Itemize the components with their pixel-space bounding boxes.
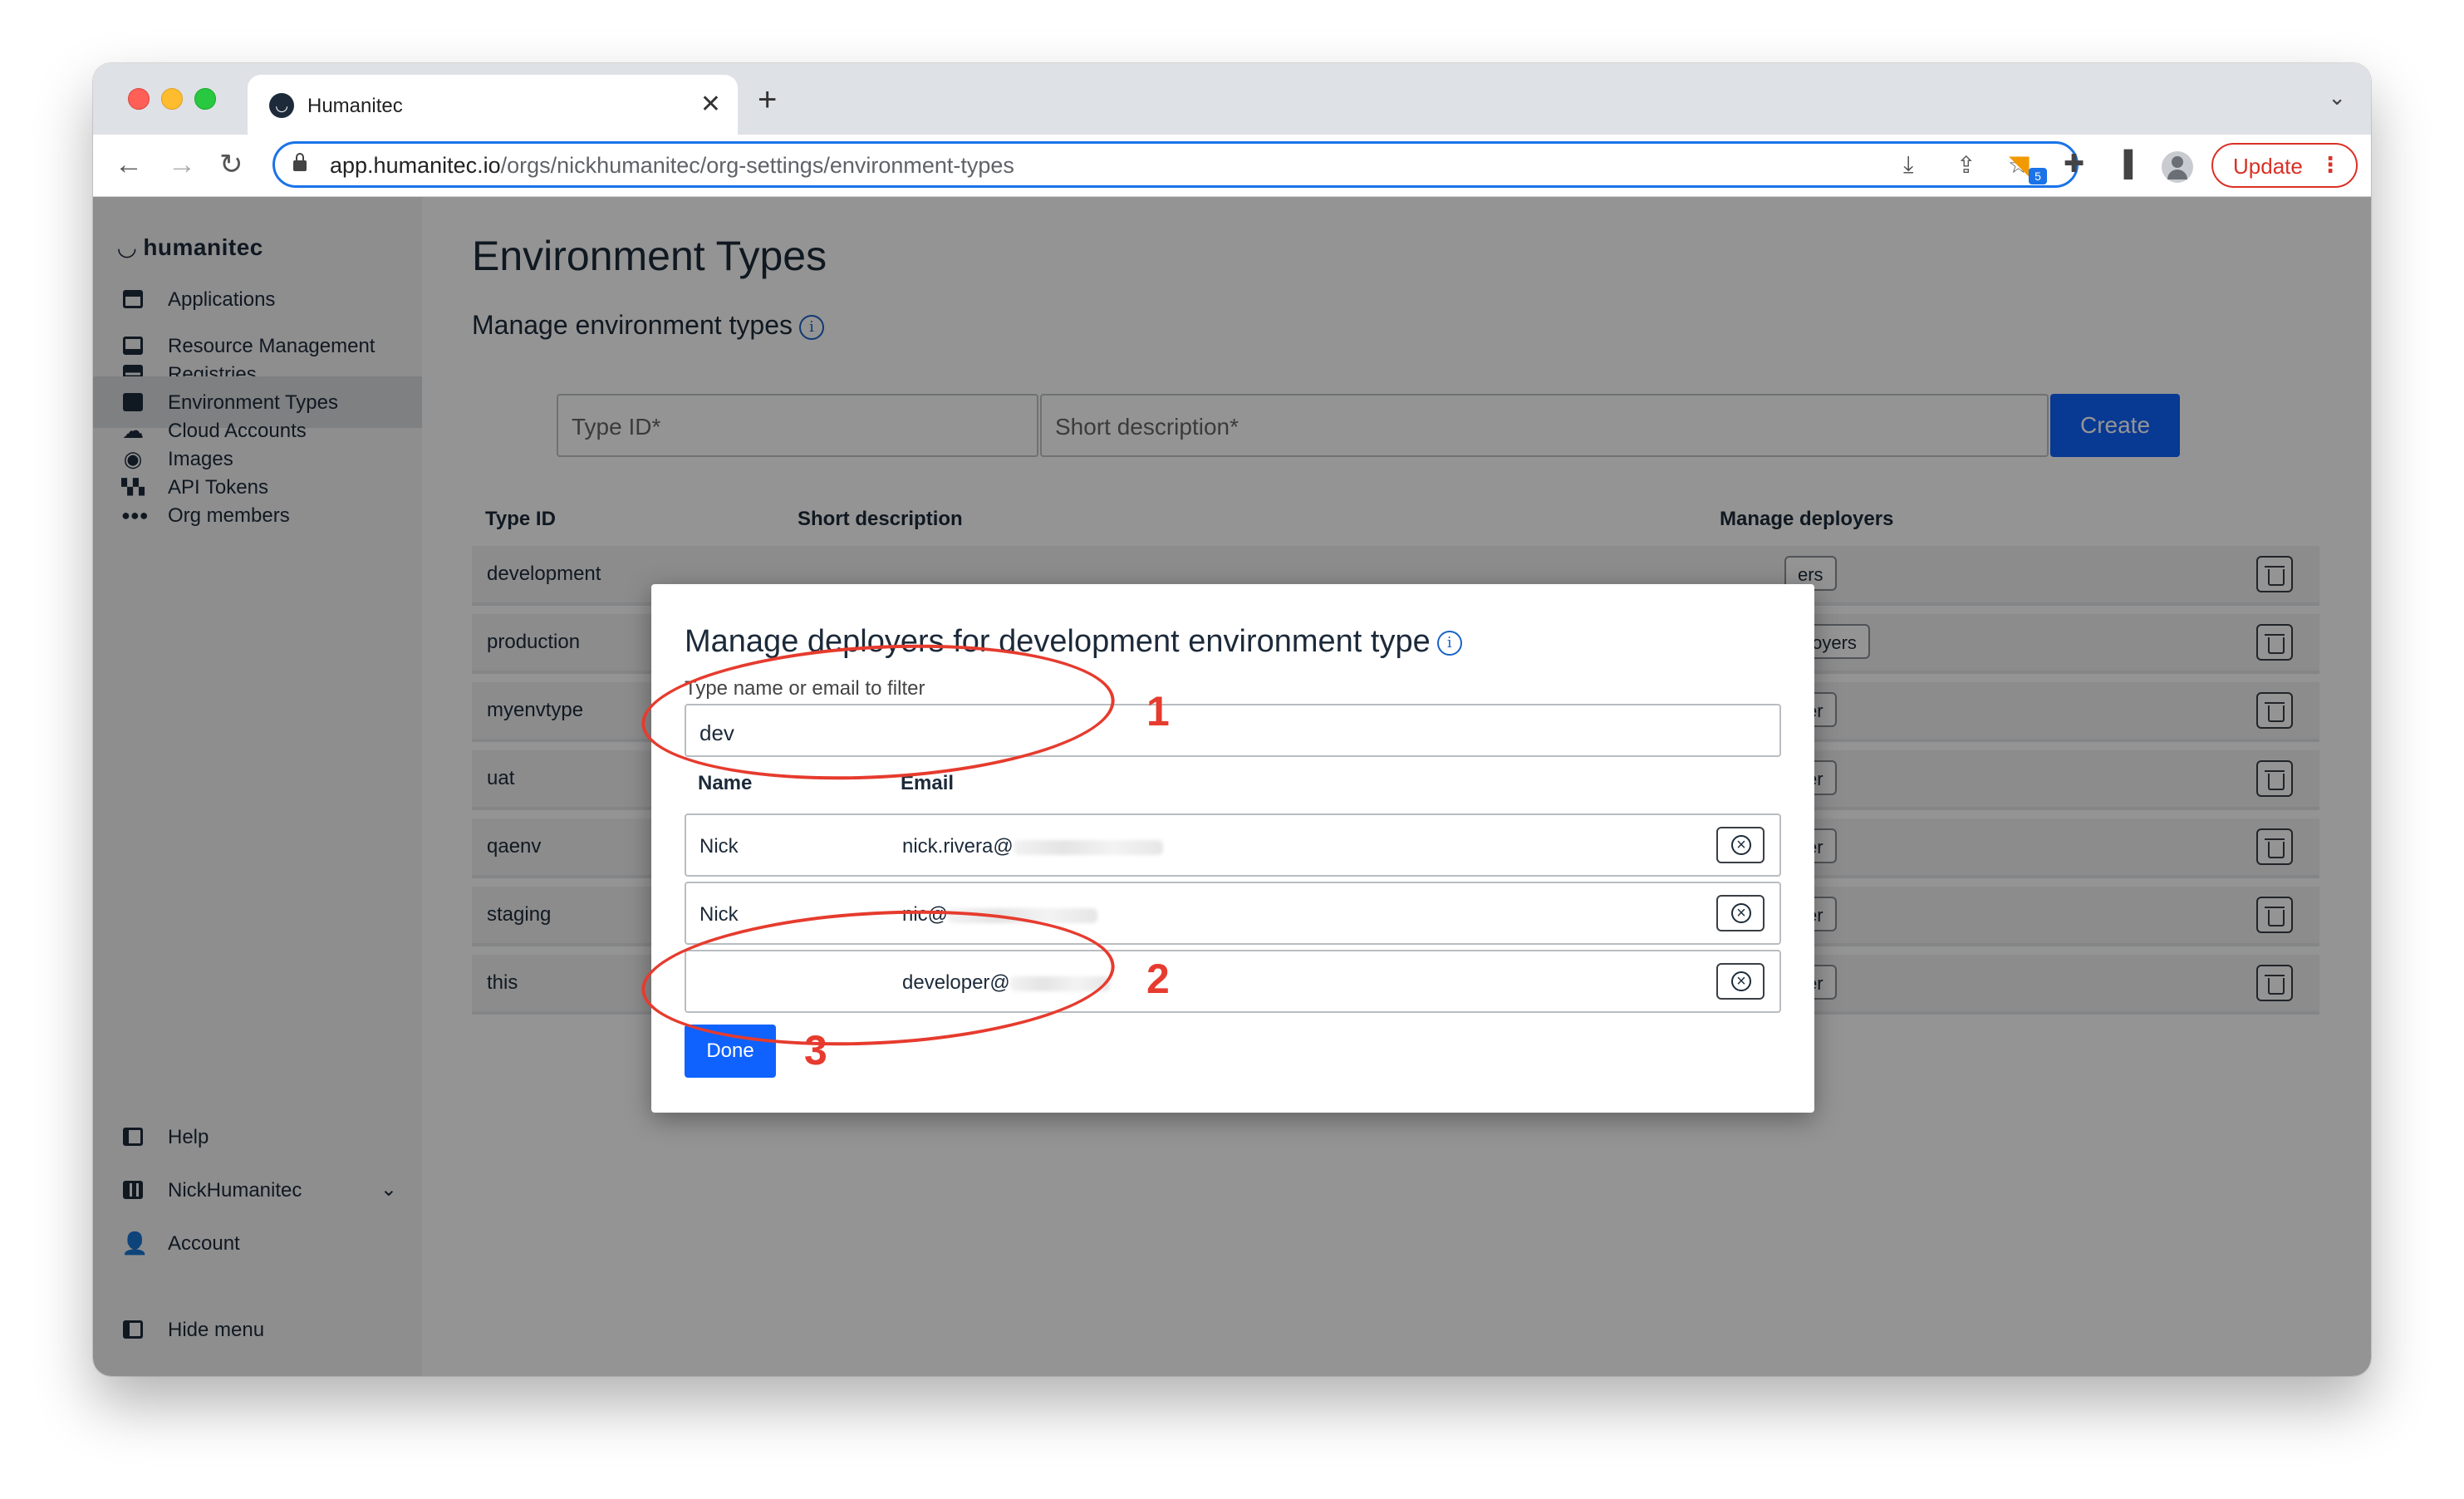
tab-title: Humanitec (307, 95, 403, 117)
annotation-number-3: 3 (804, 1027, 827, 1074)
user-email-text: nick.rivera@ (902, 835, 1014, 858)
close-circle-icon: × (1731, 903, 1751, 923)
new-tab-button[interactable]: + (758, 83, 777, 116)
user-name: Nick (699, 903, 739, 926)
url-text[interactable]: app.humanitec.io/orgs/nickhumanitec/org-… (330, 153, 1014, 179)
app-viewport: ◡ humanitec Applications Resource Manage… (93, 197, 2371, 1376)
tab-search-chevron-icon[interactable]: ⌄ (2328, 85, 2346, 111)
maximize-window-button[interactable] (194, 88, 216, 110)
close-window-button[interactable] (128, 88, 150, 110)
update-label: Update (2233, 154, 2303, 179)
remove-deployer-button[interactable]: × (1716, 963, 1765, 1000)
browser-toolbar: ← → ↻ app.humanitec.io/orgs/nickhumanite… (93, 135, 2371, 197)
url-host: app.humanitec.io (330, 153, 501, 178)
deployer-row: Nick nick.rivera@ × (685, 813, 1781, 877)
col-header-name: Name (698, 772, 753, 794)
update-button[interactable]: Update ⋮ (2211, 143, 2358, 188)
annotation-number-2: 2 (1146, 956, 1170, 1002)
profile-avatar-icon[interactable] (2162, 151, 2193, 183)
remove-deployer-button[interactable]: × (1716, 895, 1765, 931)
browser-menu-icon[interactable]: ⋮ (2319, 152, 2341, 178)
tab-close-icon[interactable]: ✕ (700, 90, 721, 120)
browser-tab[interactable]: ◡ Humanitec ✕ (248, 75, 738, 135)
forward-icon[interactable]: → (168, 146, 196, 183)
url-path: /orgs/nickhumanitec/org-settings/environ… (500, 153, 1014, 178)
remove-deployer-button[interactable]: × (1716, 827, 1765, 863)
redacted-domain (1013, 839, 1163, 855)
close-circle-icon: × (1731, 971, 1751, 991)
reload-icon[interactable]: ↻ (219, 146, 243, 183)
info-icon[interactable]: i (1436, 630, 1462, 656)
user-name: Nick (699, 835, 739, 858)
extension-badge: 5 (2029, 168, 2047, 184)
humanitec-favicon-icon: ◡ (269, 93, 294, 118)
install-app-icon[interactable]: ⤓ (1903, 151, 1913, 179)
annotation-number-1: 1 (1146, 688, 1170, 735)
lock-icon (293, 153, 307, 171)
minimize-window-button[interactable] (161, 88, 183, 110)
share-icon[interactable]: ⇪ (1956, 151, 1976, 179)
user-email: nick.rivera@ (902, 835, 1163, 858)
address-bar[interactable]: app.humanitec.io/orgs/nickhumanitec/org-… (272, 141, 2079, 188)
side-panel-icon[interactable]: ▐ (2115, 150, 2133, 179)
close-circle-icon: × (1731, 835, 1751, 855)
browser-window: ◡ Humanitec ✕ + ⌄ ← → ↻ app.humanitec.io… (93, 63, 2371, 1376)
back-icon[interactable]: ← (115, 146, 143, 183)
tab-strip: ◡ Humanitec ✕ + ⌄ (93, 63, 2371, 135)
extensions-puzzle-icon[interactable]: ✚ (2064, 150, 2084, 179)
